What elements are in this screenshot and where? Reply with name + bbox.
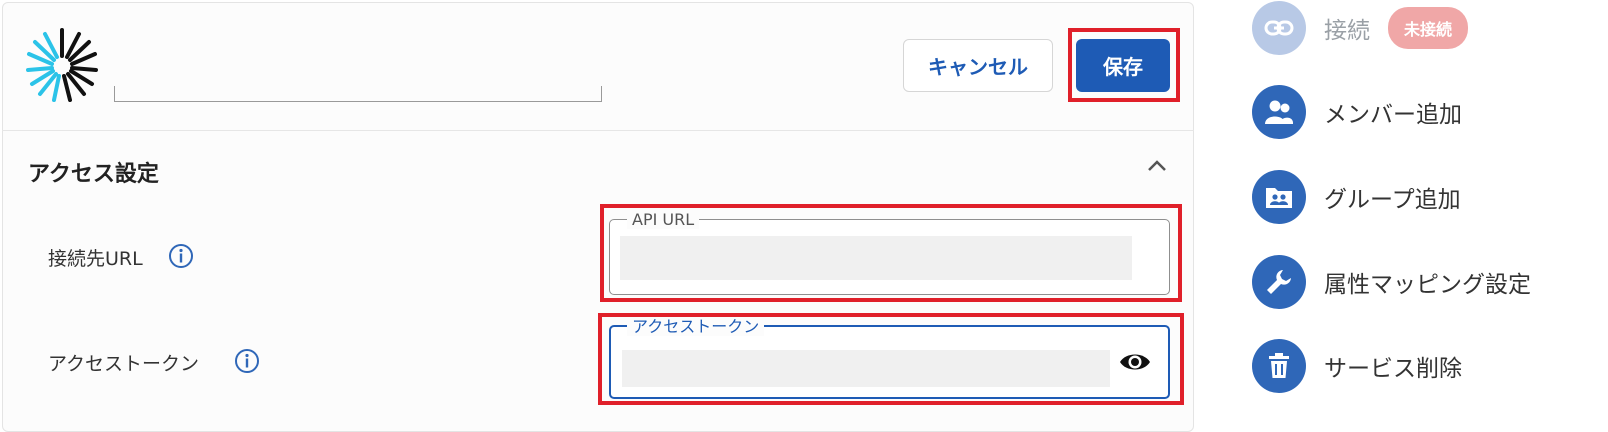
sidebar-item-add-group[interactable]: グループ追加: [1252, 169, 1461, 225]
sidebar-item-delete-service[interactable]: サービス削除: [1252, 338, 1462, 394]
trash-icon: [1252, 339, 1306, 393]
sidebar-item-attribute-mapping[interactable]: 属性マッピング設定: [1252, 254, 1531, 310]
cancel-button[interactable]: キャンセル: [903, 39, 1053, 92]
status-badge: 未接続: [1388, 7, 1469, 49]
wrench-icon: [1252, 255, 1306, 309]
section-title: アクセス設定: [28, 162, 159, 187]
header-divider: [2, 130, 1194, 131]
people-icon: [1252, 85, 1306, 139]
sidebar-item-connect[interactable]: 接続 未接続: [1252, 0, 1469, 56]
group-folder-icon: [1252, 170, 1306, 224]
info-icon[interactable]: [234, 348, 260, 374]
api-url-floating-label: API URL: [627, 211, 700, 229]
api-url-value[interactable]: [620, 236, 1132, 280]
access-token-value[interactable]: [622, 350, 1110, 387]
field-label-url: 接続先URL: [48, 248, 143, 270]
service-name-input[interactable]: [114, 86, 602, 102]
sidebar-item-add-member[interactable]: メンバー追加: [1252, 84, 1462, 140]
sidebar-item-label: 接続: [1324, 18, 1370, 44]
sidebar-item-label: メンバー追加: [1324, 102, 1462, 128]
access-token-floating-label: アクセストークン: [627, 318, 765, 336]
sidebar-item-label: グループ追加: [1324, 187, 1461, 213]
eye-icon[interactable]: [1118, 350, 1152, 374]
save-button[interactable]: 保存: [1076, 39, 1170, 92]
sidebar-item-label: サービス削除: [1324, 356, 1462, 382]
link-icon: [1252, 1, 1306, 55]
chevron-up-icon[interactable]: [1146, 158, 1168, 174]
field-label-token: アクセストークン: [48, 353, 200, 375]
service-logo: [26, 28, 98, 102]
info-icon[interactable]: [168, 243, 194, 269]
sidebar-item-label: 属性マッピング設定: [1324, 272, 1531, 298]
